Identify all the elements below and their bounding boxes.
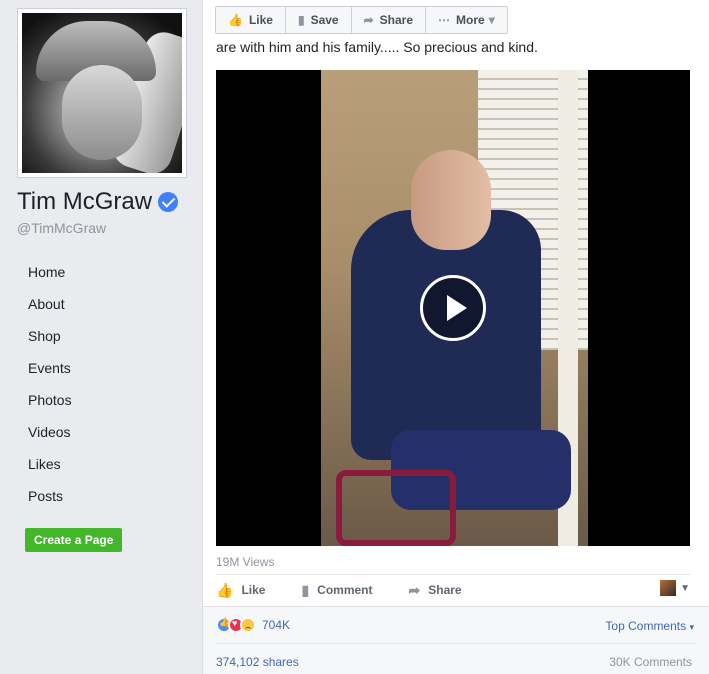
video-player[interactable] bbox=[216, 70, 690, 546]
share-label: Share bbox=[428, 583, 462, 597]
like-button[interactable]: 👍 Like bbox=[216, 582, 265, 599]
left-sidebar: Tim McGraw @TimMcGraw Home About Shop Ev… bbox=[0, 0, 202, 674]
nav-item-shop[interactable]: Shop bbox=[28, 326, 72, 358]
save-label: Save bbox=[310, 13, 339, 27]
post-card: 👍 Like ▮ Save ➦ Share ⋯ More ▾ are with … bbox=[202, 0, 709, 674]
divider bbox=[216, 643, 696, 644]
caret-down-icon: ▾ bbox=[689, 622, 694, 632]
viewer-identity-selector[interactable]: ▼ bbox=[660, 580, 690, 596]
comment-bubble-icon: ▮ bbox=[301, 581, 310, 598]
create-page-button[interactable]: Create a Page bbox=[25, 528, 123, 552]
sad-reaction-icon bbox=[240, 617, 256, 633]
caret-down-icon: ▼ bbox=[680, 582, 690, 594]
feedback-section: 704K Top Comments ▾ 374,102 shares 30K C… bbox=[203, 606, 709, 674]
view-count: 19M Views bbox=[216, 555, 275, 569]
nav-item-likes[interactable]: Likes bbox=[28, 454, 72, 486]
post-text-body: are with him and his family..... So prec… bbox=[216, 40, 538, 55]
more-label: More bbox=[456, 13, 485, 27]
nav-item-photos[interactable]: Photos bbox=[28, 390, 72, 422]
divider bbox=[216, 574, 690, 575]
thumbs-up-icon: 👍 bbox=[216, 581, 234, 598]
nav-item-videos[interactable]: Videos bbox=[28, 422, 72, 454]
comment-count[interactable]: 30K Comments bbox=[609, 655, 692, 669]
reactions-summary[interactable]: 704K bbox=[216, 617, 290, 633]
nav-item-home[interactable]: Home bbox=[28, 262, 72, 294]
page-name-text[interactable]: Tim McGraw bbox=[17, 188, 152, 216]
reaction-count[interactable]: 704K bbox=[262, 618, 290, 632]
comment-button[interactable]: ▮ Comment bbox=[301, 582, 372, 599]
like-label: Like bbox=[241, 583, 266, 597]
share-page-button[interactable]: ➦ Share bbox=[352, 7, 427, 33]
share-button[interactable]: ➦ Share bbox=[409, 582, 462, 599]
top-action-bar: 👍 Like ▮ Save ➦ Share ⋯ More ▾ bbox=[215, 6, 508, 34]
profile-photo bbox=[22, 13, 182, 173]
share-arrow-icon: ➦ bbox=[363, 13, 374, 27]
chevron-down-icon: ▾ bbox=[488, 13, 495, 27]
comment-label: Comment bbox=[317, 583, 373, 597]
like-page-button[interactable]: 👍 Like bbox=[216, 7, 286, 33]
comment-sort-dropdown[interactable]: Top Comments ▾ bbox=[605, 619, 694, 633]
bookmark-icon: ▮ bbox=[297, 13, 305, 27]
save-button[interactable]: ▮ Save bbox=[286, 7, 352, 33]
nav-item-posts[interactable]: Posts bbox=[28, 486, 72, 518]
like-page-label: Like bbox=[248, 13, 273, 27]
more-dots-icon: ⋯ bbox=[438, 13, 451, 27]
page-title[interactable]: Tim McGraw bbox=[17, 188, 179, 216]
nav-item-about[interactable]: About bbox=[28, 294, 72, 326]
play-button[interactable] bbox=[420, 275, 486, 341]
nav-item-events[interactable]: Events bbox=[28, 358, 72, 390]
post-action-bar: 👍 Like ▮ Comment ➦ Share ▼ bbox=[216, 580, 690, 600]
comment-sort-label: Top Comments bbox=[605, 619, 687, 633]
thumbs-up-icon: 👍 bbox=[228, 13, 243, 27]
profile-picture[interactable] bbox=[17, 8, 187, 178]
more-button[interactable]: ⋯ More ▾ bbox=[426, 7, 507, 33]
avatar bbox=[660, 580, 677, 596]
page-nav: Home About Shop Events Photos Videos Lik… bbox=[28, 262, 72, 518]
page-handle[interactable]: @TimMcGraw bbox=[17, 220, 106, 236]
post-text: are with him and his family..... So prec… bbox=[216, 40, 696, 60]
share-count[interactable]: 374,102 shares bbox=[216, 655, 299, 669]
verified-badge-icon bbox=[158, 192, 179, 212]
share-arrow-icon: ➦ bbox=[408, 581, 421, 598]
share-page-label: Share bbox=[379, 13, 414, 27]
